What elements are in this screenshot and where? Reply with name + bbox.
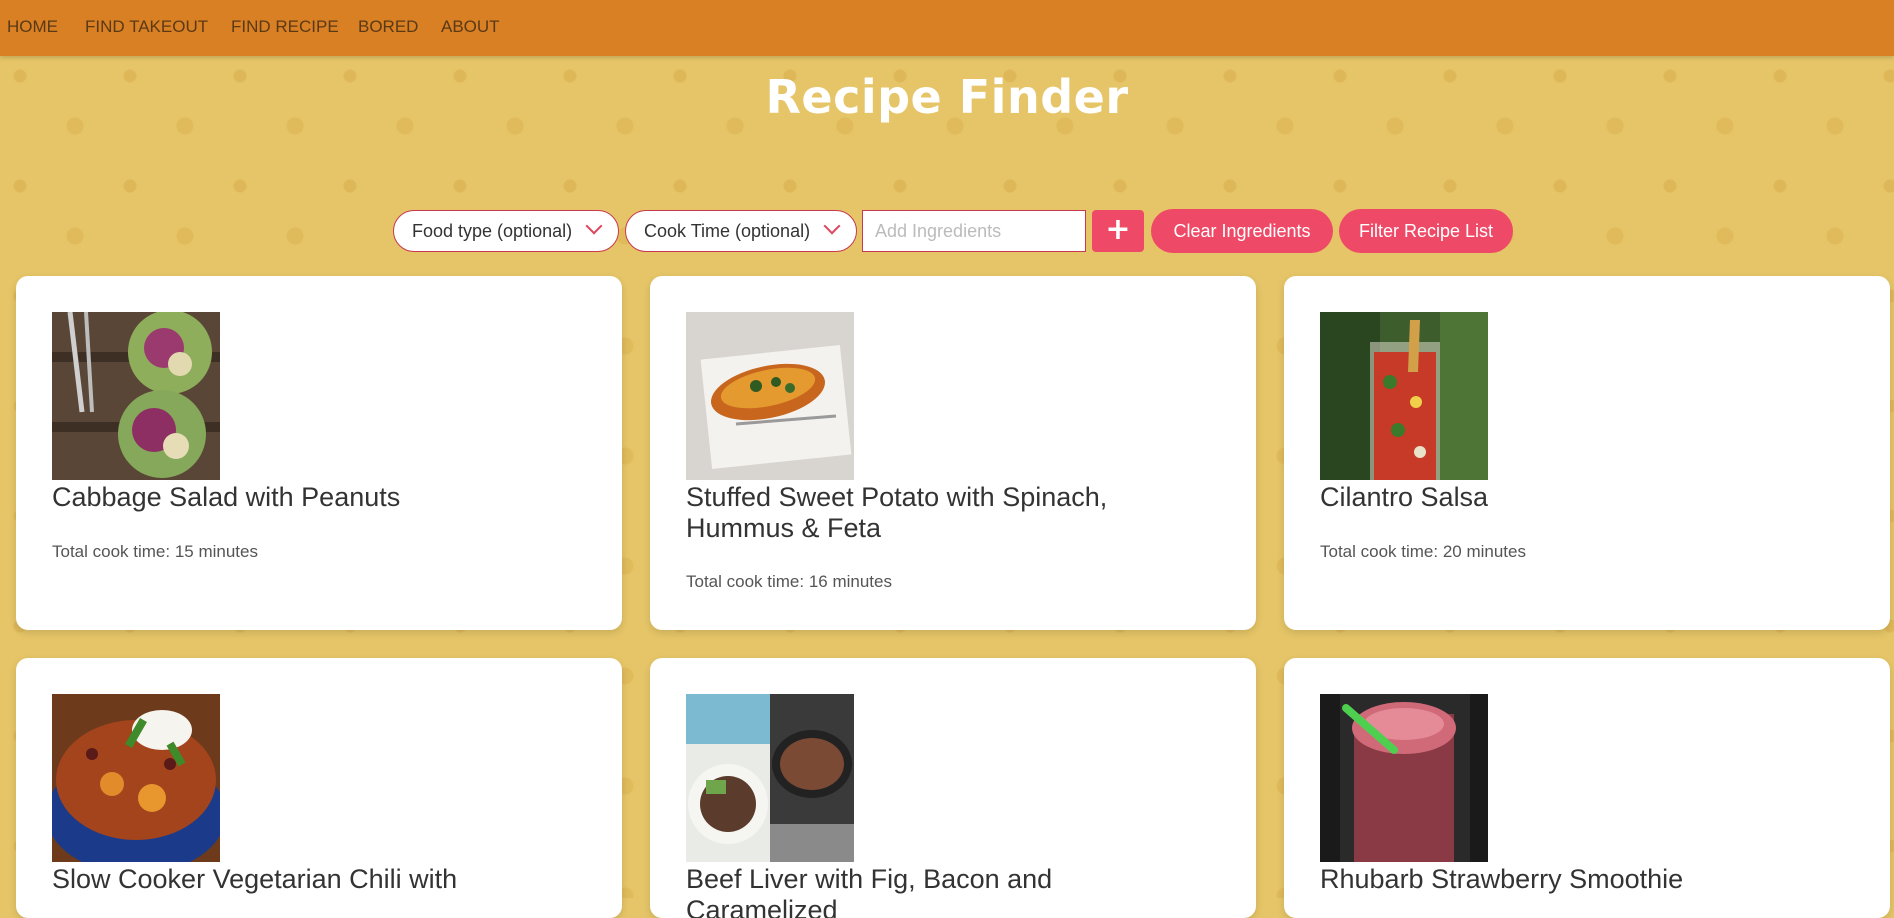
nav-find-takeout[interactable]: FIND TAKEOUT: [85, 17, 208, 37]
recipe-image: [1320, 312, 1488, 480]
filter-recipe-list-button[interactable]: Filter Recipe List: [1339, 209, 1513, 253]
add-ingredient-button[interactable]: +: [1092, 210, 1144, 252]
recipe-title[interactable]: Rhubarb Strawberry Smoothie: [1320, 864, 1840, 895]
recipe-cook-time: Total cook time: 16 minutes: [686, 572, 892, 591]
top-nav: HOME FIND TAKEOUT FIND RECIPE BORED ABOU…: [0, 0, 1894, 56]
chevron-down-icon: [823, 217, 841, 235]
recipe-card[interactable]: Slow Cooker Vegetarian Chili with: [16, 658, 622, 918]
nav-bored[interactable]: BORED: [358, 17, 418, 37]
clear-ingredients-button[interactable]: Clear Ingredients: [1151, 209, 1333, 253]
recipe-card[interactable]: Beef Liver with Fig, Bacon and Carameliz…: [650, 658, 1256, 918]
ingredients-input[interactable]: [862, 210, 1086, 252]
food-type-select[interactable]: Food type (optional): [393, 210, 619, 252]
recipe-image: [686, 694, 854, 862]
nav-about[interactable]: ABOUT: [441, 17, 500, 37]
recipe-card[interactable]: Cilantro Salsa Total cook time: 20 minut…: [1284, 276, 1890, 630]
recipe-cook-time: Total cook time: 20 minutes: [1320, 542, 1526, 561]
recipe-image: [686, 312, 854, 480]
recipe-title[interactable]: Stuffed Sweet Potato with Spinach, Hummu…: [686, 482, 1206, 544]
page-title: Recipe Finder: [765, 70, 1129, 124]
cook-time-label: Cook Time (optional): [644, 221, 811, 241]
recipe-title[interactable]: Cilantro Salsa: [1320, 482, 1840, 513]
recipe-cook-time: Total cook time: 15 minutes: [52, 542, 258, 561]
nav-home[interactable]: HOME: [7, 17, 58, 37]
recipe-card[interactable]: Cabbage Salad with Peanuts Total cook ti…: [16, 276, 622, 630]
recipe-title[interactable]: Cabbage Salad with Peanuts: [52, 482, 572, 513]
food-type-label: Food type (optional): [412, 221, 573, 241]
nav-find-recipe[interactable]: FIND RECIPE: [231, 17, 339, 37]
recipe-image: [52, 694, 220, 862]
recipe-image: [1320, 694, 1488, 862]
recipe-card[interactable]: Stuffed Sweet Potato with Spinach, Hummu…: [650, 276, 1256, 630]
recipe-title[interactable]: Beef Liver with Fig, Bacon and Carameliz…: [686, 864, 1206, 918]
recipe-card[interactable]: Rhubarb Strawberry Smoothie: [1284, 658, 1890, 918]
cook-time-select[interactable]: Cook Time (optional): [625, 210, 857, 252]
chevron-down-icon: [585, 217, 603, 235]
recipe-image: [52, 312, 220, 480]
recipe-title[interactable]: Slow Cooker Vegetarian Chili with: [52, 864, 572, 895]
